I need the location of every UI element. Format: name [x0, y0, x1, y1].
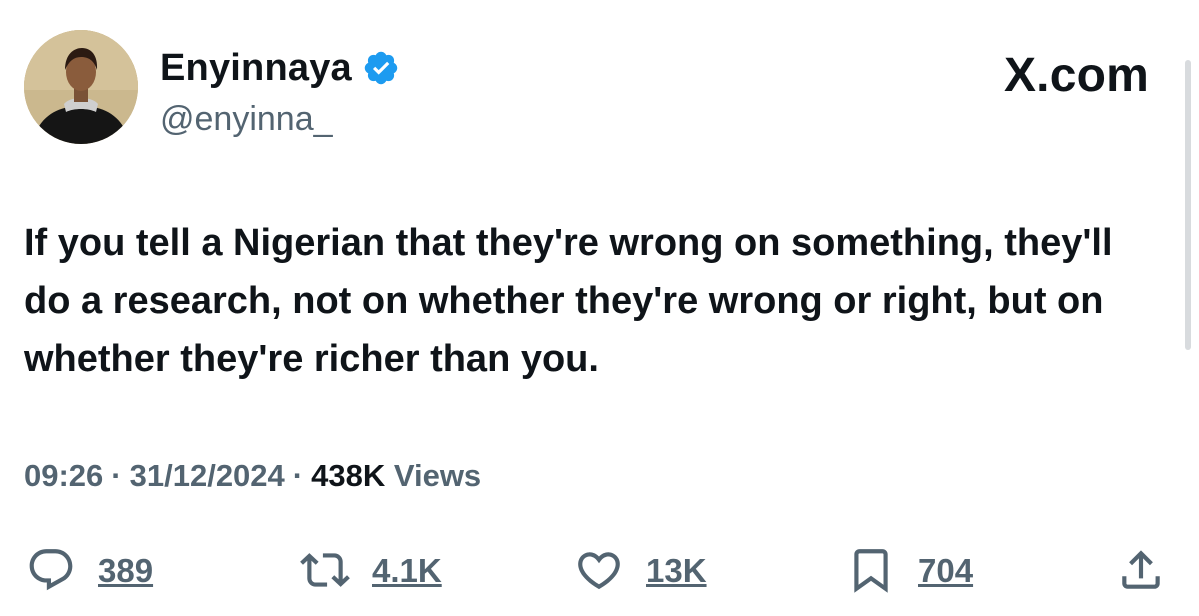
- views-count: 438K: [311, 458, 386, 493]
- repost-icon-svg: [300, 553, 350, 587]
- repost-button[interactable]: 4.1K: [300, 540, 442, 600]
- bookmark-icon: [846, 545, 896, 595]
- tweet-time[interactable]: 09:26: [24, 458, 103, 493]
- meta-separator: ·: [292, 458, 304, 493]
- like-count: 13K: [646, 551, 707, 589]
- tweet-date[interactable]: 31/12/2024: [130, 458, 285, 493]
- tweet-meta: 09:26 · 31/12/2024 · 438K Views: [24, 460, 481, 491]
- display-name[interactable]: Enyinnaya: [160, 49, 352, 87]
- scrollbar[interactable]: [1185, 60, 1191, 350]
- reply-icon: [26, 545, 76, 595]
- bookmark-button[interactable]: 704: [846, 540, 973, 600]
- heart-icon-svg: [578, 552, 620, 590]
- views-label: Views: [393, 458, 482, 493]
- repost-count: 4.1K: [372, 551, 442, 589]
- meta-separator: ·: [111, 458, 122, 493]
- tweet-text: If you tell a Nigerian that they're wron…: [24, 222, 1113, 380]
- reply-button[interactable]: 389: [26, 540, 153, 600]
- brand-watermark: X.com: [1003, 49, 1149, 102]
- verified-badge-svg: [364, 51, 398, 85]
- tweet-card: Enyinnaya @enyinna_ X.com If you tell a …: [0, 0, 1199, 616]
- heart-icon: [574, 545, 624, 595]
- like-button[interactable]: 13K: [574, 540, 707, 600]
- verified-badge-icon[interactable]: [362, 49, 400, 87]
- share-icon: [1116, 545, 1166, 595]
- share-button[interactable]: [1116, 540, 1166, 600]
- author-handle[interactable]: @enyinna_: [160, 102, 333, 136]
- author-row: Enyinnaya: [160, 44, 400, 92]
- action-bar: 389 4.1K 13K 704: [0, 540, 1199, 600]
- share-icon-svg: [1122, 550, 1160, 589]
- reply-icon-svg: [29, 549, 73, 591]
- bookmark-icon-svg: [854, 549, 888, 593]
- repost-icon: [300, 545, 350, 595]
- reply-count: 389: [98, 551, 154, 589]
- avatar[interactable]: [24, 30, 138, 144]
- bookmark-count: 704: [918, 551, 974, 589]
- avatar-photo-icon: [24, 30, 138, 144]
